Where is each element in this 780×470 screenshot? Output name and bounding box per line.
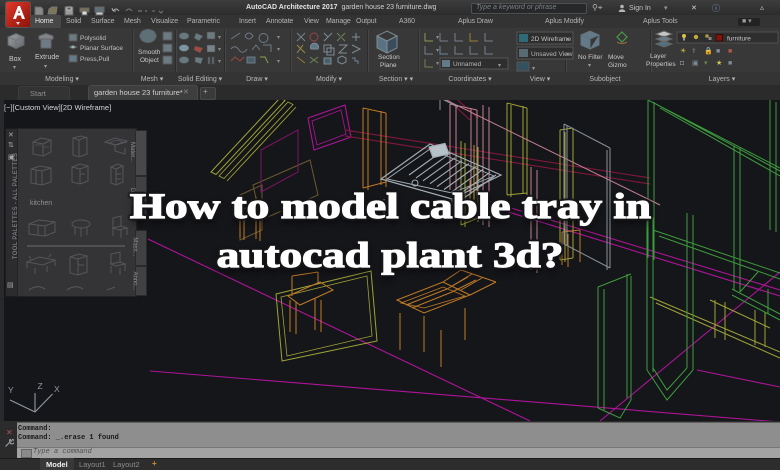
svg-text:▾: ▾ [218,47,221,53]
svg-text:▣: ▣ [692,60,699,67]
svg-text:▾: ▾ [588,63,591,69]
svg-text:No Filter: No Filter [578,54,603,61]
svg-text:🔒: 🔒 [704,47,713,55]
svg-text:⚕: ⚕ [692,47,696,55]
svg-text:Layers ▾: Layers ▾ [709,76,736,83]
svg-text:▾: ▾ [277,59,280,65]
svg-text:▾: ▾ [436,61,439,67]
svg-text:◘: ◘ [680,60,684,67]
svg-text:▾: ▾ [566,52,569,58]
svg-text:▾: ▾ [218,59,221,65]
svg-text:Object: Object [140,57,159,64]
svg-text:Modeling ▾: Modeling ▾ [45,76,79,83]
svg-text:Mesh ▾: Mesh ▾ [141,76,164,83]
svg-text:Polysolid: Polysolid [80,35,106,42]
svg-text:Extrude: Extrude [35,54,59,61]
svg-text:Y: Y [8,385,14,395]
svg-text:Coordinates ▾: Coordinates ▾ [448,76,492,83]
svg-text:▾: ▾ [277,47,280,53]
svg-text:Plane: Plane [380,62,397,69]
svg-text:▾: ▾ [498,63,501,69]
svg-text:■: ■ [728,60,732,67]
svg-text:Gizmo: Gizmo [608,62,627,69]
svg-text:Unnamed: Unnamed [453,61,482,68]
svg-text:▾: ▾ [277,35,280,41]
svg-text:Smooth: Smooth [138,49,161,56]
svg-text:Section: Section [378,54,400,61]
svg-text:▾: ▾ [218,35,221,41]
svg-text:★: ★ [716,59,722,67]
svg-text:furniture: furniture [727,36,751,43]
svg-text:▾: ▾ [13,65,16,71]
svg-text:☀: ☀ [680,47,686,55]
svg-text:▾: ▾ [44,64,47,70]
svg-text:X: X [54,384,60,394]
svg-text:Press,Pull: Press,Pull [80,56,110,63]
svg-text:▾: ▾ [436,48,439,54]
svg-text:▾: ▾ [566,37,569,43]
svg-text:▾: ▾ [704,60,708,67]
svg-text:Draw ▾: Draw ▾ [246,76,268,83]
svg-text:▾: ▾ [532,66,535,72]
svg-text:Z: Z [38,381,43,391]
svg-text:Subobject: Subobject [589,76,620,83]
svg-text:▾: ▾ [436,35,439,41]
svg-text:Section ▾ ▾: Section ▾ ▾ [379,76,414,83]
svg-text:Solid Editing ▾: Solid Editing ▾ [178,76,223,83]
svg-text:Box: Box [9,56,22,63]
svg-text:■: ■ [716,48,720,55]
svg-text:Planar Surface: Planar Surface [80,45,123,52]
svg-text:Move: Move [608,54,624,61]
svg-text:Properties: Properties [646,61,676,68]
svg-text:Layer: Layer [650,53,667,60]
svg-text:Modify ▾: Modify ▾ [316,76,343,83]
svg-text:View ▾: View ▾ [530,76,551,83]
svg-text:■: ■ [728,48,732,55]
